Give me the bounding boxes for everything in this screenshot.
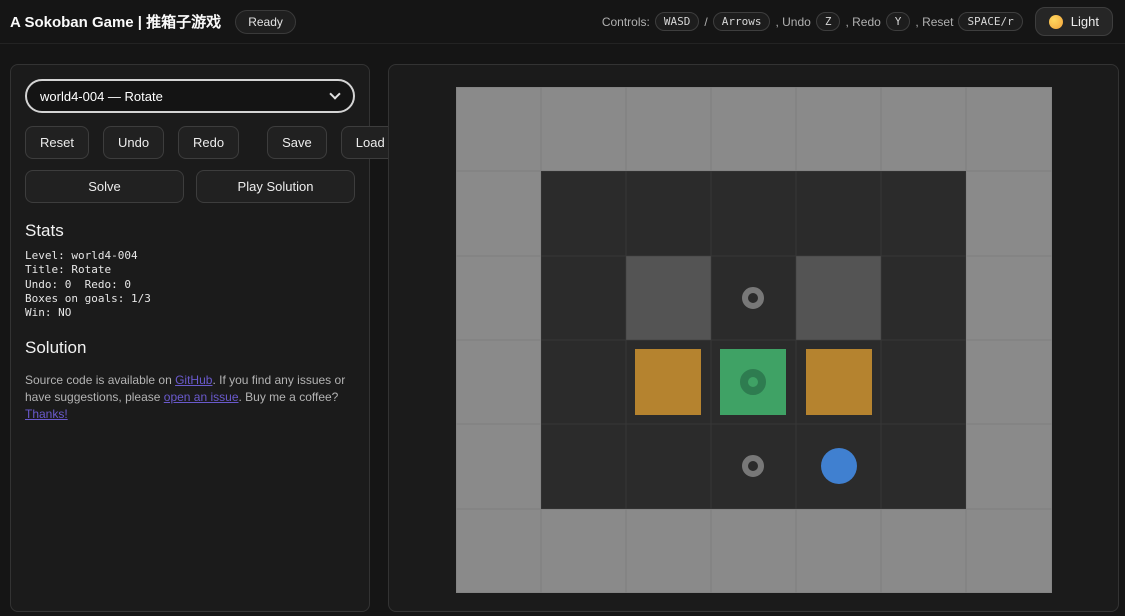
- cell-outside: [966, 87, 1052, 172]
- save-button[interactable]: Save: [267, 126, 327, 159]
- cell-floor: [796, 171, 882, 256]
- cell-outside: [966, 171, 1052, 256]
- cell-outside: [881, 508, 967, 593]
- stats-block: Level: world4-004 Title: Rotate Undo: 0 …: [25, 249, 355, 320]
- main: world4-004 — Rotate Reset Undo Redo Save…: [0, 44, 1125, 612]
- cell-floor: [540, 255, 626, 340]
- reset-key-badge: SPACE/r: [958, 12, 1023, 31]
- reset-label: , Reset: [915, 14, 954, 29]
- cell-box: [796, 340, 882, 425]
- cell-floor: [710, 171, 797, 256]
- cell-box: [625, 340, 711, 425]
- thanks-link[interactable]: Thanks!: [25, 407, 68, 421]
- cell-outside: [710, 87, 797, 172]
- redo-label: , Redo: [845, 14, 881, 29]
- cell-outside: [881, 87, 967, 172]
- goal-ring-icon: [740, 369, 767, 396]
- cell-wall: [625, 255, 711, 340]
- stat-win: Win: NO: [25, 306, 72, 320]
- controls-hint: Controls: WASD / Arrows , Undo Z , Redo …: [602, 12, 1023, 31]
- box-icon: [805, 349, 872, 416]
- cell-outside: [540, 87, 626, 172]
- stats-heading: Stats: [25, 221, 64, 240]
- status-badge: Ready: [235, 9, 296, 34]
- cell-outside: [455, 508, 541, 593]
- cell-outside: [796, 508, 882, 593]
- cell-goal: [710, 255, 797, 340]
- cell-outside: [625, 508, 711, 593]
- toolbar-row-1: Reset Undo Redo Save Load: [25, 126, 400, 159]
- cell-outside: [796, 87, 882, 172]
- toolbar-row-2: Solve Play Solution: [25, 170, 355, 203]
- game-board[interactable]: [455, 87, 1052, 593]
- cell-outside: [966, 255, 1052, 340]
- box-icon: [635, 349, 702, 416]
- game-panel: [388, 64, 1119, 612]
- footer-text-1: Source code is available on: [25, 373, 176, 388]
- cell-outside: [455, 87, 541, 172]
- stat-boxes-on-goals: Boxes on goals: 1/3: [25, 291, 151, 305]
- redo-button[interactable]: Redo: [178, 126, 240, 159]
- footer-text-3: . Buy me a coffee?: [238, 390, 339, 405]
- cell-floor: [881, 340, 967, 425]
- theme-toggle-button[interactable]: Light: [1034, 7, 1113, 36]
- stat-undo-redo: Undo: 0 Redo: 0: [25, 277, 131, 291]
- sidebar-panel: world4-004 — Rotate Reset Undo Redo Save…: [10, 64, 400, 612]
- solve-button[interactable]: Solve: [25, 170, 184, 203]
- cell-floor: [881, 171, 967, 256]
- chevron-down-icon: [329, 88, 341, 100]
- cell-outside: [966, 508, 1052, 593]
- cell-outside: [455, 340, 541, 425]
- cell-floor: [625, 171, 711, 256]
- cell-box-on-goal: [710, 340, 797, 425]
- cell-outside: [966, 340, 1052, 425]
- cell-outside: [625, 87, 711, 172]
- sun-icon: [1048, 14, 1063, 29]
- undo-key-badge: Z: [815, 12, 841, 31]
- cell-outside: [540, 508, 626, 593]
- player-icon: [820, 448, 857, 485]
- cell-floor: [881, 255, 967, 340]
- goal-icon: [742, 455, 765, 478]
- app: A Sokoban Game | 推箱子游戏 Ready Controls: W…: [0, 0, 1125, 612]
- cell-floor: [625, 424, 711, 509]
- cell-floor: [881, 424, 967, 509]
- open-issue-link[interactable]: open an issue: [164, 390, 239, 404]
- box-on-goal-icon: [720, 349, 787, 416]
- cell-outside: [966, 424, 1052, 509]
- reset-button[interactable]: Reset: [25, 126, 89, 159]
- redo-key-badge: Y: [885, 12, 911, 31]
- cell-player: [796, 424, 882, 509]
- cell-floor: [540, 424, 626, 509]
- header-right: Controls: WASD / Arrows , Undo Z , Redo …: [602, 7, 1113, 36]
- footer-note: Source code is available on GitHub. If y…: [25, 372, 355, 422]
- level-select[interactable]: world4-004 — Rotate: [25, 79, 355, 113]
- cell-outside: [455, 255, 541, 340]
- theme-toggle-label: Light: [1070, 14, 1099, 29]
- undo-button[interactable]: Undo: [102, 126, 165, 159]
- arrows-key-badge: Arrows: [712, 12, 771, 31]
- github-link[interactable]: GitHub: [175, 373, 212, 387]
- cell-outside: [710, 508, 797, 593]
- cell-outside: [455, 424, 541, 509]
- undo-label: , Undo: [775, 14, 811, 29]
- stat-level: Level: world4-004: [25, 249, 138, 262]
- cell-floor: [540, 171, 626, 256]
- header: A Sokoban Game | 推箱子游戏 Ready Controls: W…: [0, 0, 1125, 44]
- cell-outside: [455, 171, 541, 256]
- cell-floor: [540, 340, 626, 425]
- solution-heading: Solution: [25, 338, 87, 358]
- controls-separator: /: [704, 14, 708, 29]
- goal-icon: [742, 286, 765, 309]
- controls-label: Controls:: [601, 14, 650, 29]
- level-select-value: world4-004 — Rotate: [40, 88, 163, 104]
- app-title: A Sokoban Game | 推箱子游戏: [10, 14, 222, 31]
- cell-wall: [796, 255, 882, 340]
- cell-goal: [710, 424, 797, 509]
- wasd-key-badge: WASD: [654, 12, 700, 31]
- stat-title: Title: Rotate: [25, 263, 112, 277]
- play-solution-button[interactable]: Play Solution: [196, 170, 355, 203]
